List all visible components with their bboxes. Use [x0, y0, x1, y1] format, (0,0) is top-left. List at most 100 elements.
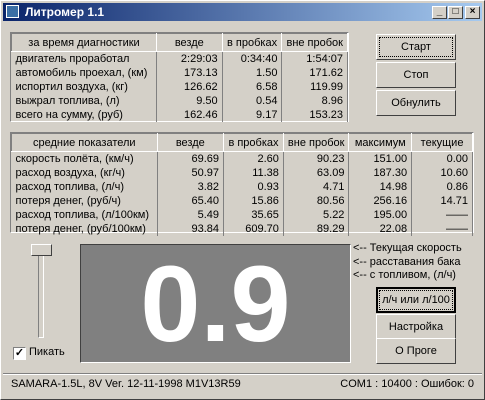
table-row: всего на сумму, (руб) 162.46 9.17 153.23: [11, 108, 348, 122]
cell-value: 80.56: [283, 194, 350, 208]
row-label: всего на сумму, (руб): [11, 108, 157, 122]
table-row: потеря денег, (руб/ч) 65.40 15.86 80.56 …: [11, 194, 473, 208]
units-button[interactable]: л/ч или л/100: [376, 287, 456, 313]
big-value-display: 0.9: [80, 244, 351, 363]
row-label: автомобиль проехал, (км): [11, 66, 157, 80]
legend-line: <-- Текущая скорость: [353, 242, 462, 254]
status-bar: SAMARA-1.5L, 8V Ver. 12-11-1998 M1V13R59…: [3, 373, 482, 395]
cell-value: 14.98: [348, 180, 413, 194]
cell-value: 171.62: [281, 66, 348, 80]
column-header: за время диагностики: [11, 33, 157, 52]
settings-button[interactable]: Настройка: [376, 314, 456, 340]
legend-line: <-- с топливом, (л/ч): [353, 269, 456, 281]
cell-value: 93.84: [157, 222, 225, 236]
cell-value: 0.54: [222, 94, 283, 108]
column-header: в пробках: [221, 33, 283, 52]
cell-value: 162.46: [156, 108, 223, 122]
about-button[interactable]: О Проге: [376, 338, 456, 364]
status-port: COM1 : 10400 : Ошибок: 0: [340, 378, 474, 390]
close-icon[interactable]: ×: [465, 6, 480, 19]
beep-checkbox[interactable]: ✓: [13, 347, 26, 360]
status-device: SAMARA-1.5L, 8V Ver. 12-11-1998 M1V13R59: [11, 378, 241, 390]
volume-slider-track[interactable]: [38, 254, 44, 338]
cell-value: 22.08: [348, 222, 413, 236]
cell-value: 5.22: [283, 208, 350, 222]
cell-value: 256.16: [348, 194, 413, 208]
cell-value: 2:29:03: [156, 51, 223, 66]
cell-value: 4.71: [283, 180, 350, 194]
title-bar: Литромер 1.1 _ □ ×: [3, 3, 482, 21]
column-header: вне пробок: [282, 133, 350, 152]
cell-value: 153.23: [281, 108, 348, 122]
row-label: потеря денег, (руб/ч): [11, 194, 158, 208]
volume-slider-thumb[interactable]: [31, 244, 52, 256]
cell-value: 173.13: [156, 66, 223, 80]
stop-button[interactable]: Стоп: [376, 62, 456, 88]
cell-value: 50.97: [157, 166, 225, 180]
table-row: расход воздуха, (кг/ч) 50.97 11.38 63.09…: [11, 166, 473, 180]
column-header: вне пробок: [281, 33, 348, 52]
cell-value: 0.93: [223, 180, 284, 194]
legend-line: <-- расставания бака: [353, 256, 461, 268]
table-row: расход топлива, (л/100км) 5.49 35.65 5.2…: [11, 208, 473, 222]
cell-value: 11.38: [223, 166, 284, 180]
cell-value: 10.60: [411, 166, 473, 180]
big-value: 0.9: [140, 243, 291, 364]
column-header: текущие: [411, 133, 473, 152]
reset-button[interactable]: Обнулить: [376, 90, 456, 116]
row-label: двигатель проработал: [11, 51, 157, 66]
cell-value: 5.49: [157, 208, 225, 222]
column-header: везде: [156, 133, 225, 152]
cell-value: 0.00: [411, 151, 473, 166]
table-row: испортил воздуха, (кг) 126.62 6.58 119.9…: [11, 80, 348, 94]
cell-value: 14.71: [411, 194, 473, 208]
row-label: потеря денег, (руб/100км): [11, 222, 158, 236]
table-row: выжрал топлива, (л) 9.50 0.54 8.96: [11, 94, 348, 108]
beep-label: Пикать: [29, 346, 65, 358]
app-window: Литромер 1.1 _ □ × за время диагностики …: [0, 0, 485, 400]
diagnostics-panel: за время диагностики везде в пробках вне…: [10, 32, 349, 122]
cell-value: 119.99: [281, 80, 348, 94]
minimize-icon[interactable]: _: [432, 6, 447, 19]
row-label: испортил воздуха, (кг): [11, 80, 157, 94]
averages-table: средние показатели везде в пробках вне п…: [11, 133, 473, 236]
cell-value: 9.50: [156, 94, 223, 108]
row-label: скорость полёта, (км/ч): [11, 151, 158, 166]
cell-value: 69.69: [157, 151, 225, 166]
maximize-icon[interactable]: □: [448, 6, 463, 19]
cell-value: 9.17: [222, 108, 283, 122]
column-header: максимум: [348, 133, 413, 152]
table-row: автомобиль проехал, (км) 173.13 1.50 171…: [11, 66, 348, 80]
cell-value: 35.65: [223, 208, 284, 222]
cell-value: ——: [411, 222, 473, 236]
cell-value: 6.58: [222, 80, 283, 94]
row-label: выжрал топлива, (л): [11, 94, 157, 108]
app-icon: [6, 5, 19, 18]
column-header: средние показатели: [11, 133, 158, 152]
cell-value: 609.70: [223, 222, 284, 236]
cell-value: 63.09: [283, 166, 350, 180]
diagnostics-table: за время диагностики везде в пробках вне…: [11, 33, 348, 122]
start-button[interactable]: Старт: [376, 34, 456, 60]
cell-value: 15.86: [223, 194, 284, 208]
status-separator: [3, 373, 482, 375]
averages-panel: средние показатели везде в пробках вне п…: [10, 132, 474, 236]
row-label: расход топлива, (л/ч): [11, 180, 158, 194]
cell-value: 1:54:07: [281, 51, 348, 66]
column-header: везде: [155, 33, 223, 52]
cell-value: 90.23: [283, 151, 350, 166]
cell-value: 151.00: [348, 151, 413, 166]
table-row: скорость полёта, (км/ч) 69.69 2.60 90.23…: [11, 151, 473, 166]
table-row: двигатель проработал 2:29:03 0:34:40 1:5…: [11, 51, 348, 66]
cell-value: 126.62: [156, 80, 223, 94]
cell-value: 3.82: [157, 180, 225, 194]
cell-value: 0.86: [411, 180, 473, 194]
row-label: расход топлива, (л/100км): [11, 208, 158, 222]
column-header: в пробках: [223, 133, 284, 152]
cell-value: 89.29: [283, 222, 350, 236]
cell-value: ——: [411, 208, 473, 222]
cell-value: 1.50: [222, 66, 283, 80]
window-title: Литромер 1.1: [25, 5, 105, 19]
cell-value: 8.96: [281, 94, 348, 108]
cell-value: 195.00: [348, 208, 413, 222]
